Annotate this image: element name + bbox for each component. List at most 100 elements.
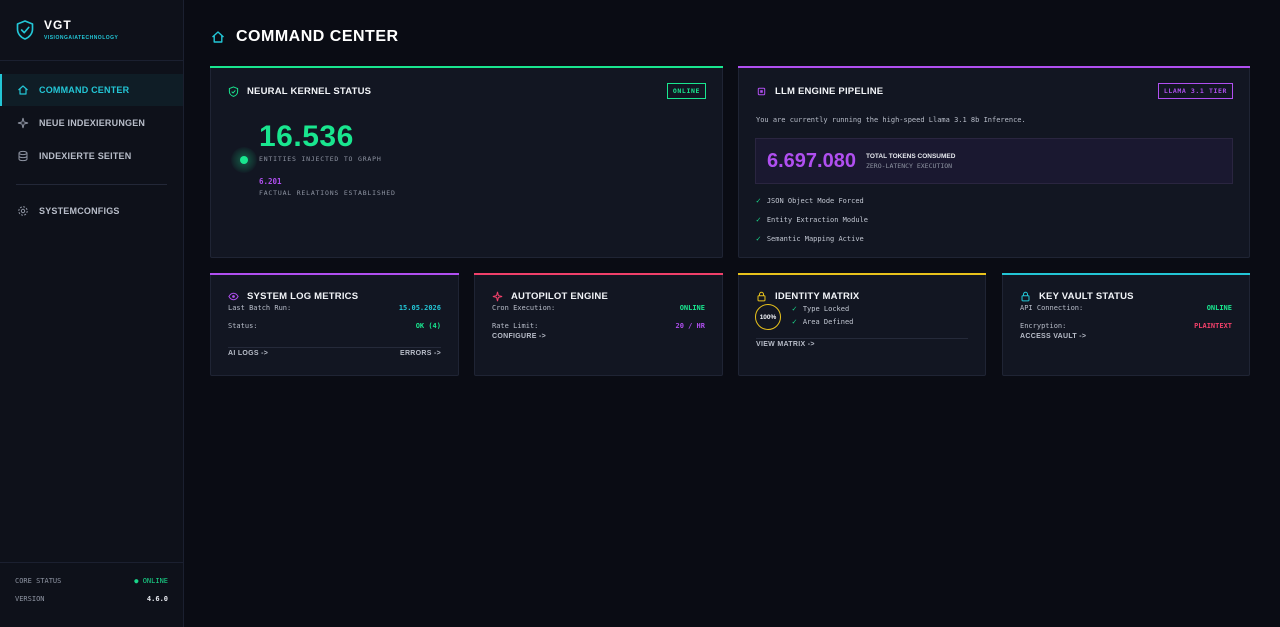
tokens-panel: 6.697.080 TOTAL TOKENS CONSUMED ZERO-LAT… xyxy=(755,138,1233,184)
lock-icon xyxy=(757,291,766,302)
check-icon: ✓ xyxy=(756,215,761,224)
sidebar-item-label: SYSTEMCONFIGS xyxy=(39,206,120,216)
home-icon xyxy=(212,31,224,43)
sidebar-item-label: INDEXIERTE SEITEN xyxy=(39,151,132,161)
card-title-text: IDENTITY MATRIX xyxy=(775,291,860,302)
lock-icon xyxy=(1021,291,1030,302)
identity-matrix-card: IDENTITY MATRIX 100% ✓ Type Locked ✓ Are… xyxy=(738,273,986,376)
divider xyxy=(756,338,968,339)
sidebar-nav: COMMAND CENTER NEUE INDEXIERUNGEN INDEXI… xyxy=(0,74,183,228)
card-accent-line xyxy=(738,273,986,275)
card-title: AUTOPILOT ENGINE xyxy=(492,291,608,302)
list-item: ✓ JSON Object Mode Forced xyxy=(756,196,864,205)
chip-icon xyxy=(757,87,766,96)
check-icon: ✓ xyxy=(792,317,797,326)
check-icon: ✓ xyxy=(792,304,797,313)
card-accent-line xyxy=(474,273,723,275)
view-matrix-link[interactable]: VIEW MATRIX -> xyxy=(756,341,815,348)
autopilot-rows: Cron Execution: ONLINE Rate Limit: 20 / … xyxy=(492,304,705,330)
errors-link[interactable]: ERRORS -> xyxy=(400,350,441,357)
brand-name: VGT xyxy=(44,18,72,32)
tokens-sub: ZERO-LATENCY EXECUTION xyxy=(865,161,953,170)
api-value: ONLINE xyxy=(1206,304,1232,312)
check-icon: ✓ xyxy=(756,234,761,243)
tokens-label: TOTAL TOKENS CONSUMED xyxy=(865,152,956,160)
status-dot xyxy=(240,156,248,164)
card-title: IDENTITY MATRIX xyxy=(756,291,859,302)
nav-divider xyxy=(16,184,167,185)
eye-icon xyxy=(228,292,239,301)
list-item: ✓ Type Locked xyxy=(792,304,850,313)
list-item: ✓ Area Defined xyxy=(792,317,854,326)
entities-value: 16.536 xyxy=(259,120,354,153)
entities-block: 16.536 ENTITIES INJECTED TO GRAPH 6.201 … xyxy=(259,120,396,197)
identity-checks: ✓ Type Locked ✓ Area Defined xyxy=(792,304,853,336)
version-value: 4.6.0 xyxy=(146,595,168,603)
card-title: SYSTEM LOG METRICS xyxy=(228,291,358,302)
card-title-text: KEY VAULT STATUS xyxy=(1039,291,1134,302)
neural-kernel-card: NEURAL KERNEL STATUS ONLINE 16.536 ENTIT… xyxy=(210,66,723,258)
sidebar-item-command-center[interactable]: COMMAND CENTER xyxy=(0,74,183,106)
card-accent-line xyxy=(210,273,459,275)
card-title-text: AUTOPILOT ENGINE xyxy=(511,291,608,302)
key-vault-card: KEY VAULT STATUS API Connection: ONLINE … xyxy=(1002,273,1250,376)
sidebar: VGT VISIONGAIATECHNOLOGY COMMAND CENTER … xyxy=(0,0,184,627)
divider xyxy=(0,60,183,61)
vault-rows: API Connection: ONLINE Encryption: PLAIN… xyxy=(1020,304,1232,330)
entities-label: ENTITIES INJECTED TO GRAPH xyxy=(259,155,382,163)
shield-check-icon xyxy=(228,86,239,97)
rate-value: 20 / HR xyxy=(675,322,705,330)
system-log-card: SYSTEM LOG METRICS Last Batch Run: 15.05… xyxy=(210,273,459,376)
last-run-row: Last Batch Run: 15.05.2026 xyxy=(228,304,441,312)
cron-value: ONLINE xyxy=(679,304,705,312)
api-row: API Connection: ONLINE xyxy=(1020,304,1232,312)
tier-badge: LLAMA 3.1 TIER xyxy=(1157,83,1233,99)
version-row: VERSION 4.6.0 xyxy=(15,595,168,603)
core-status-label: CORE STATUS xyxy=(15,577,62,585)
relations-label: FACTUAL RELATIONS ESTABLISHED xyxy=(259,189,396,197)
sidebar-footer: CORE STATUS ● ONLINE VERSION 4.6.0 xyxy=(0,562,183,613)
cron-row: Cron Execution: ONLINE xyxy=(492,304,705,312)
shield-check-icon xyxy=(16,19,34,40)
brand-subtitle: VISIONGAIATECHNOLOGY xyxy=(44,35,119,41)
access-vault-link[interactable]: ACCESS VAULT -> xyxy=(1020,333,1086,340)
status-value: OK (4) xyxy=(415,322,441,330)
version-label: VERSION xyxy=(15,595,45,603)
database-icon xyxy=(17,150,29,162)
sparkle-icon xyxy=(17,117,29,129)
card-accent-line xyxy=(210,66,723,68)
feature-list: ✓ JSON Object Mode Forced ✓ Entity Extra… xyxy=(756,196,868,253)
sidebar-item-indexierte-seiten[interactable]: INDEXIERTE SEITEN xyxy=(0,140,183,172)
card-accent-line xyxy=(1002,273,1250,275)
core-status-value: ● ONLINE xyxy=(134,577,168,585)
encryption-value: PLAINTEXT xyxy=(1194,322,1232,330)
sidebar-item-label: COMMAND CENTER xyxy=(39,85,130,95)
core-status-row: CORE STATUS ● ONLINE xyxy=(15,577,168,585)
sidebar-item-systemconfigs[interactable]: SYSTEMCONFIGS xyxy=(0,195,183,227)
sidebar-item-neue-indexierungen[interactable]: NEUE INDEXIERUNGEN xyxy=(0,107,183,139)
ai-logs-link[interactable]: AI LOGS -> xyxy=(228,350,268,357)
rate-row: Rate Limit: 20 / HR xyxy=(492,322,705,330)
check-icon: ✓ xyxy=(756,196,761,205)
autopilot-card: AUTOPILOT ENGINE Cron Execution: ONLINE … xyxy=(474,273,723,376)
brand[interactable]: VGT VISIONGAIATECHNOLOGY xyxy=(16,18,118,41)
card-title-text: NEURAL KERNEL STATUS xyxy=(247,86,372,97)
divider xyxy=(228,347,441,348)
page-title: COMMAND CENTER xyxy=(211,28,399,46)
relations-value: 6.201 xyxy=(259,177,282,186)
configure-link[interactable]: CONFIGURE -> xyxy=(492,333,546,340)
last-run-value: 15.05.2026 xyxy=(398,304,441,312)
card-title-text: SYSTEM LOG METRICS xyxy=(247,291,359,302)
tokens-value: 6.697.080 xyxy=(767,149,856,172)
gear-icon xyxy=(17,205,29,217)
page-title-text: COMMAND CENTER xyxy=(236,28,399,45)
llm-pipeline-card: LLM ENGINE PIPELINE LLAMA 3.1 TIER You a… xyxy=(738,66,1250,258)
card-title: KEY VAULT STATUS xyxy=(1020,291,1134,302)
sidebar-item-label: NEUE INDEXIERUNGEN xyxy=(39,118,146,128)
list-item: ✓ Semantic Mapping Active xyxy=(756,234,864,243)
status-row: Status: OK (4) xyxy=(228,322,441,330)
list-item: ✓ Entity Extraction Module xyxy=(756,215,868,224)
card-title: LLM ENGINE PIPELINE xyxy=(756,86,883,97)
llm-description: You are currently running the high-speed… xyxy=(756,116,1026,124)
sparkle-icon xyxy=(492,291,503,302)
